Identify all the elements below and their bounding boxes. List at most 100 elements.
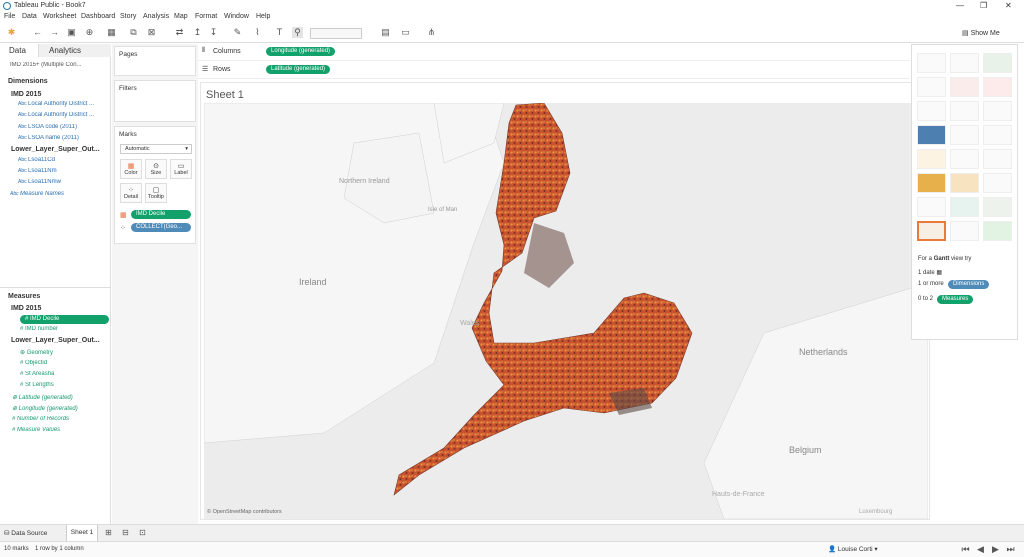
save-icon[interactable]: ▣: [66, 27, 77, 38]
measure-field[interactable]: ⊕ Geometry: [20, 349, 110, 356]
chart-thumb-area-disc[interactable]: [950, 173, 979, 193]
chart-thumb-hbar[interactable]: [917, 101, 946, 121]
chart-thumb-line-cont[interactable]: [917, 149, 946, 169]
measure-values-field[interactable]: # Measure Values: [12, 427, 110, 433]
dim-field[interactable]: Abc Lsoa11Nm: [18, 168, 110, 174]
sheet-1-tab[interactable]: Sheet 1: [66, 525, 98, 541]
minimize-button[interactable]: —: [956, 1, 964, 10]
new-worksheet-tab-icon[interactable]: ⊞: [103, 527, 114, 538]
latitude-field[interactable]: ⊕ Latitude (generated): [12, 394, 110, 401]
pages-card[interactable]: Pages: [114, 46, 196, 76]
longitude-field[interactable]: ⊕ Longitude (generated): [12, 405, 110, 412]
longitude-pill[interactable]: Longitude (generated): [266, 47, 336, 56]
undo-icon[interactable]: ←: [32, 27, 43, 38]
chart-thumb-dual-line[interactable]: [983, 149, 1012, 169]
menu-story[interactable]: Story: [120, 13, 136, 20]
device-preview-icon[interactable]: ▭: [400, 27, 411, 38]
collect-geometry-pill[interactable]: COLLECT(Geo...: [131, 223, 191, 232]
menu-help[interactable]: Help: [256, 13, 270, 20]
menu-file[interactable]: File: [4, 13, 15, 20]
duplicate-icon[interactable]: ⧉: [128, 27, 139, 38]
show-me-button[interactable]: ▤ Show Me: [958, 26, 1008, 41]
chart-thumb-dual-combo[interactable]: [983, 173, 1012, 193]
chart-thumb-highlight-table[interactable]: [983, 53, 1012, 73]
clear-sheet-icon[interactable]: ⊠: [146, 27, 157, 38]
presentation-icon[interactable]: ▤: [380, 27, 391, 38]
tab-data[interactable]: Data: [0, 44, 38, 57]
dim-field[interactable]: Abc Lsoa11Nmw: [18, 179, 110, 185]
new-worksheet-icon[interactable]: ▦: [106, 27, 117, 38]
next-sheet-icon[interactable]: ▶: [990, 544, 1001, 555]
dim-field[interactable]: Abc LSOA code (2011): [18, 124, 110, 130]
close-button[interactable]: ✕: [1005, 1, 1012, 10]
share-icon[interactable]: ⋔: [426, 27, 437, 38]
sort-desc-icon[interactable]: ↧: [208, 27, 219, 38]
labels-icon[interactable]: T: [274, 27, 285, 38]
chart-thumb-symbol-map[interactable]: [917, 77, 946, 97]
sheet-title[interactable]: Sheet 1: [206, 89, 244, 101]
menu-dashboard[interactable]: Dashboard: [81, 13, 115, 20]
chart-thumb-box-whisker[interactable]: [983, 197, 1012, 217]
highlight-icon[interactable]: ✎: [232, 27, 243, 38]
tab-analytics[interactable]: Analytics: [38, 44, 111, 57]
swap-icon[interactable]: ⇄: [174, 27, 185, 38]
sort-asc-icon[interactable]: ↥: [192, 27, 203, 38]
maximize-button[interactable]: ❐: [980, 1, 987, 10]
datasource-name[interactable]: IMD 2015+ (Multiple Con...: [10, 62, 109, 68]
measure-names-field[interactable]: Abc Measure Names: [10, 191, 109, 197]
chart-thumb-gantt[interactable]: [917, 221, 946, 241]
chart-thumb-text-table[interactable]: [917, 53, 946, 73]
rows-shelf[interactable]: ☰ Rows Latitude (generated): [198, 62, 910, 79]
dim-group-imd[interactable]: IMD 2015: [11, 91, 41, 98]
chart-thumb-stacked-bar[interactable]: [950, 101, 979, 121]
chart-thumb-heat-map[interactable]: [950, 53, 979, 73]
chart-thumb-treemap[interactable]: [917, 125, 946, 145]
menu-map[interactable]: Map: [174, 13, 188, 20]
data-source-tab[interactable]: ⛁ Data Source: [4, 529, 47, 537]
imd-decile-pill[interactable]: IMD Decile: [131, 210, 191, 219]
measure-field[interactable]: # Objectid: [20, 360, 110, 366]
columns-shelf[interactable]: ⦀ Columns Longitude (generated): [198, 44, 910, 61]
new-dashboard-tab-icon[interactable]: ⊟: [120, 527, 131, 538]
latitude-pill[interactable]: Latitude (generated): [266, 65, 331, 74]
chart-thumb-line-disc[interactable]: [950, 149, 979, 169]
chart-thumb-circle[interactable]: [950, 125, 979, 145]
menu-data[interactable]: Data: [22, 13, 37, 20]
measure-group-imd[interactable]: IMD 2015: [11, 305, 41, 312]
chart-thumb-side-circle[interactable]: [983, 125, 1012, 145]
chart-thumb-histogram[interactable]: [950, 197, 979, 217]
detail-button[interactable]: ⁘ Detail: [120, 183, 142, 203]
number-of-records-field[interactable]: # Number of Records: [12, 416, 110, 422]
user-menu[interactable]: 👤 Louise Corti ▾: [828, 545, 878, 553]
chart-thumb-pie[interactable]: [983, 77, 1012, 97]
chart-thumb-packed-bubbles[interactable]: [983, 221, 1012, 241]
label-button[interactable]: ▭ Label: [170, 159, 192, 179]
redo-icon[interactable]: →: [49, 27, 60, 38]
prev-sheet-icon[interactable]: ◀: [975, 544, 986, 555]
color-button[interactable]: ▦ Color: [120, 159, 142, 179]
dim-field[interactable]: Abc Lsoa11Cd: [18, 157, 110, 163]
tooltip-button[interactable]: ▢ Tooltip: [145, 183, 167, 203]
dim-field[interactable]: Abc Local Authority District ...: [18, 101, 110, 107]
chart-thumb-area-cont[interactable]: [917, 173, 946, 193]
dim-field[interactable]: Abc LSOA name (2011): [18, 135, 110, 141]
measure-field[interactable]: # St Areasha: [20, 371, 110, 377]
menu-analysis[interactable]: Analysis: [143, 13, 169, 20]
menu-worksheet[interactable]: Worksheet: [43, 13, 76, 20]
last-sheet-icon[interactable]: ⏭: [1005, 544, 1016, 555]
measure-field[interactable]: # St Lengths: [20, 382, 110, 388]
new-datasource-icon[interactable]: ⊕: [84, 27, 95, 38]
tableau-home-icon[interactable]: ✱: [6, 27, 17, 38]
dim-group-lsoa[interactable]: Lower_Layer_Super_Out...: [11, 146, 100, 153]
first-sheet-icon[interactable]: ⏮: [960, 544, 971, 555]
measure-field[interactable]: # IMD number: [20, 326, 110, 332]
fit-dropdown[interactable]: [310, 28, 362, 39]
map-view[interactable]: Northern Ireland Isle of Man Ireland Wal…: [204, 103, 928, 519]
chart-thumb-side-by-side[interactable]: [983, 101, 1012, 121]
fix-axes-icon[interactable]: ⚲: [292, 27, 303, 38]
chart-thumb-bullet[interactable]: [950, 221, 979, 241]
filters-card[interactable]: Filters: [114, 80, 196, 122]
menu-format[interactable]: Format: [195, 13, 217, 20]
dim-field[interactable]: Abc Local Authority District ...: [18, 112, 110, 118]
imd-decile-field[interactable]: # IMD Decile: [20, 315, 109, 324]
